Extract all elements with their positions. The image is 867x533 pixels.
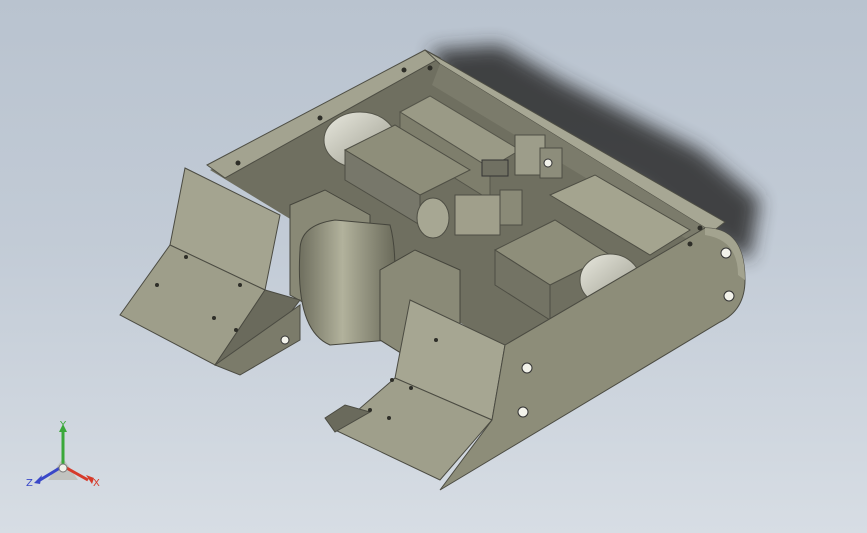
y-axis-label: Y	[59, 420, 67, 431]
x-axis-label: X	[93, 478, 100, 489]
cad-viewport[interactable]: Y X Z	[0, 0, 867, 533]
coupler	[416, 197, 450, 239]
triad-origin	[58, 463, 68, 473]
pin-header	[481, 159, 509, 177]
z-axis-arrow-icon	[34, 475, 42, 484]
axis-triad: Y X Z	[26, 420, 100, 489]
sensor-mount-side	[499, 189, 523, 226]
z-axis-label: Z	[26, 478, 33, 489]
robot-chassis-model[interactable]	[0, 0, 867, 533]
bracket-hole	[543, 158, 553, 168]
sensor-mount	[454, 194, 501, 236]
